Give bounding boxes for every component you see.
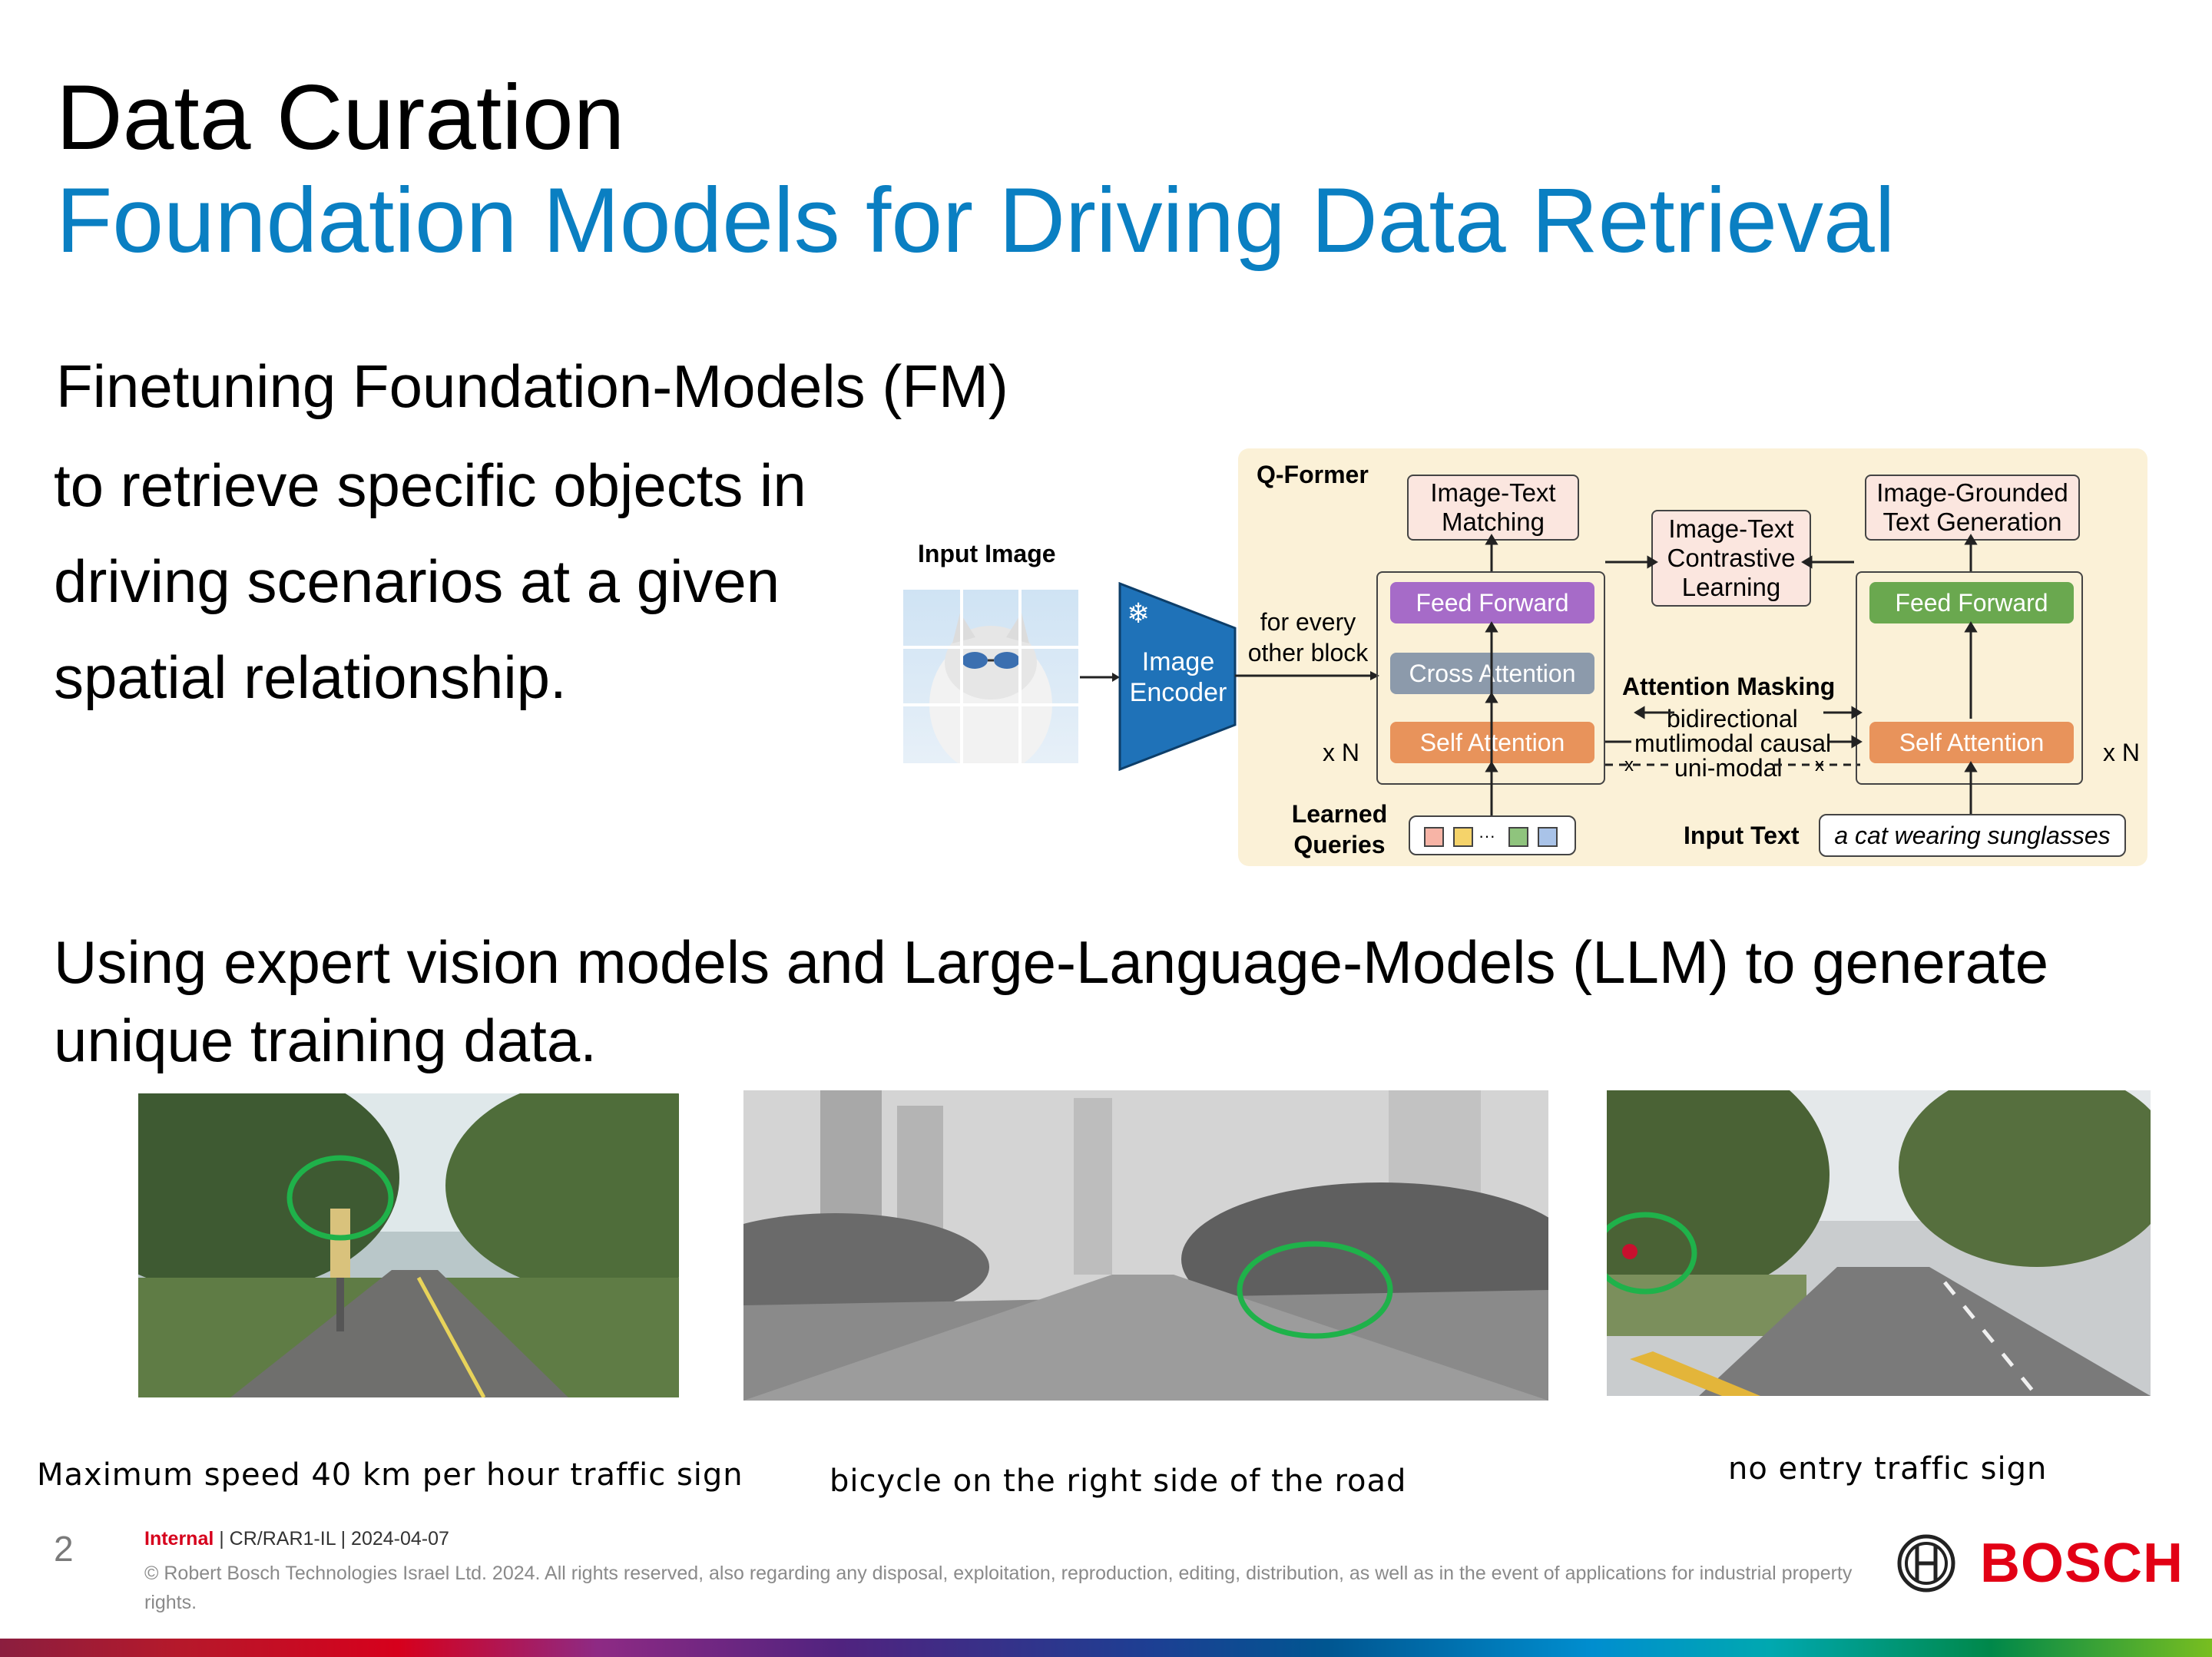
example-photo-speed-sign (138, 1093, 679, 1397)
snowflake-icon: ❄ (1127, 597, 1151, 629)
svg-text:···: ··· (1479, 826, 1495, 845)
supergraphic-bar (0, 1639, 2212, 1657)
input-text-box: a cat wearing sunglasses (1819, 814, 2126, 857)
section-heading-llm: Using expert vision models and Large-Lan… (54, 928, 2049, 1074)
slide-title: Data Curation (56, 66, 625, 169)
input-image-label: Input Image (918, 540, 1056, 567)
caption-no-entry: no entry traffic sign (1728, 1451, 2048, 1487)
caption-speed-sign: Maximum speed 40 km per hour traffic sig… (37, 1457, 743, 1493)
input-text-label: Input Text (1684, 822, 1800, 849)
body-line: spatial relationship. (54, 643, 567, 711)
image-encoder-label: Image Encoder (1129, 647, 1227, 707)
body-line: driving scenarios at a given (54, 547, 780, 615)
bosch-armature-icon (1897, 1534, 1955, 1593)
page-number: 2 (54, 1529, 74, 1569)
footer-meta: Internal | CR/RAR1-IL | 2024-04-07 (144, 1528, 449, 1550)
section-heading-fm: Finetuning Foundation-Models (FM) (56, 352, 1008, 420)
svg-text:x: x (1815, 755, 1824, 776)
section-body-fm: to retrieve specific objects in driving … (54, 438, 914, 726)
caption-bicycle: bicycle on the right side of the road (830, 1464, 1407, 1499)
learned-queries-box: ··· (1409, 815, 1576, 855)
example-photo-bicycle (743, 1090, 1548, 1401)
learned-queries-label: Learned Queries (1291, 800, 1388, 858)
bosch-logo: BOSCH (1980, 1533, 2184, 1594)
footer-meta-text: | CR/RAR1-IL | 2024-04-07 (214, 1528, 449, 1550)
diagram-connectors: x x (1485, 534, 1978, 823)
example-photo-no-entry (1607, 1090, 2151, 1396)
footer-copyright: © Robert Bosch Technologies Israel Ltd. … (144, 1563, 1853, 1613)
query-tokens-icon: ··· (1424, 826, 1558, 847)
body-line: to retrieve specific objects in (54, 451, 806, 519)
input-image-cat (903, 590, 1078, 763)
slide-subtitle: Foundation Models for Driving Data Retri… (56, 169, 1896, 272)
classification-label: Internal (144, 1528, 214, 1550)
svg-text:x: x (1624, 755, 1634, 776)
